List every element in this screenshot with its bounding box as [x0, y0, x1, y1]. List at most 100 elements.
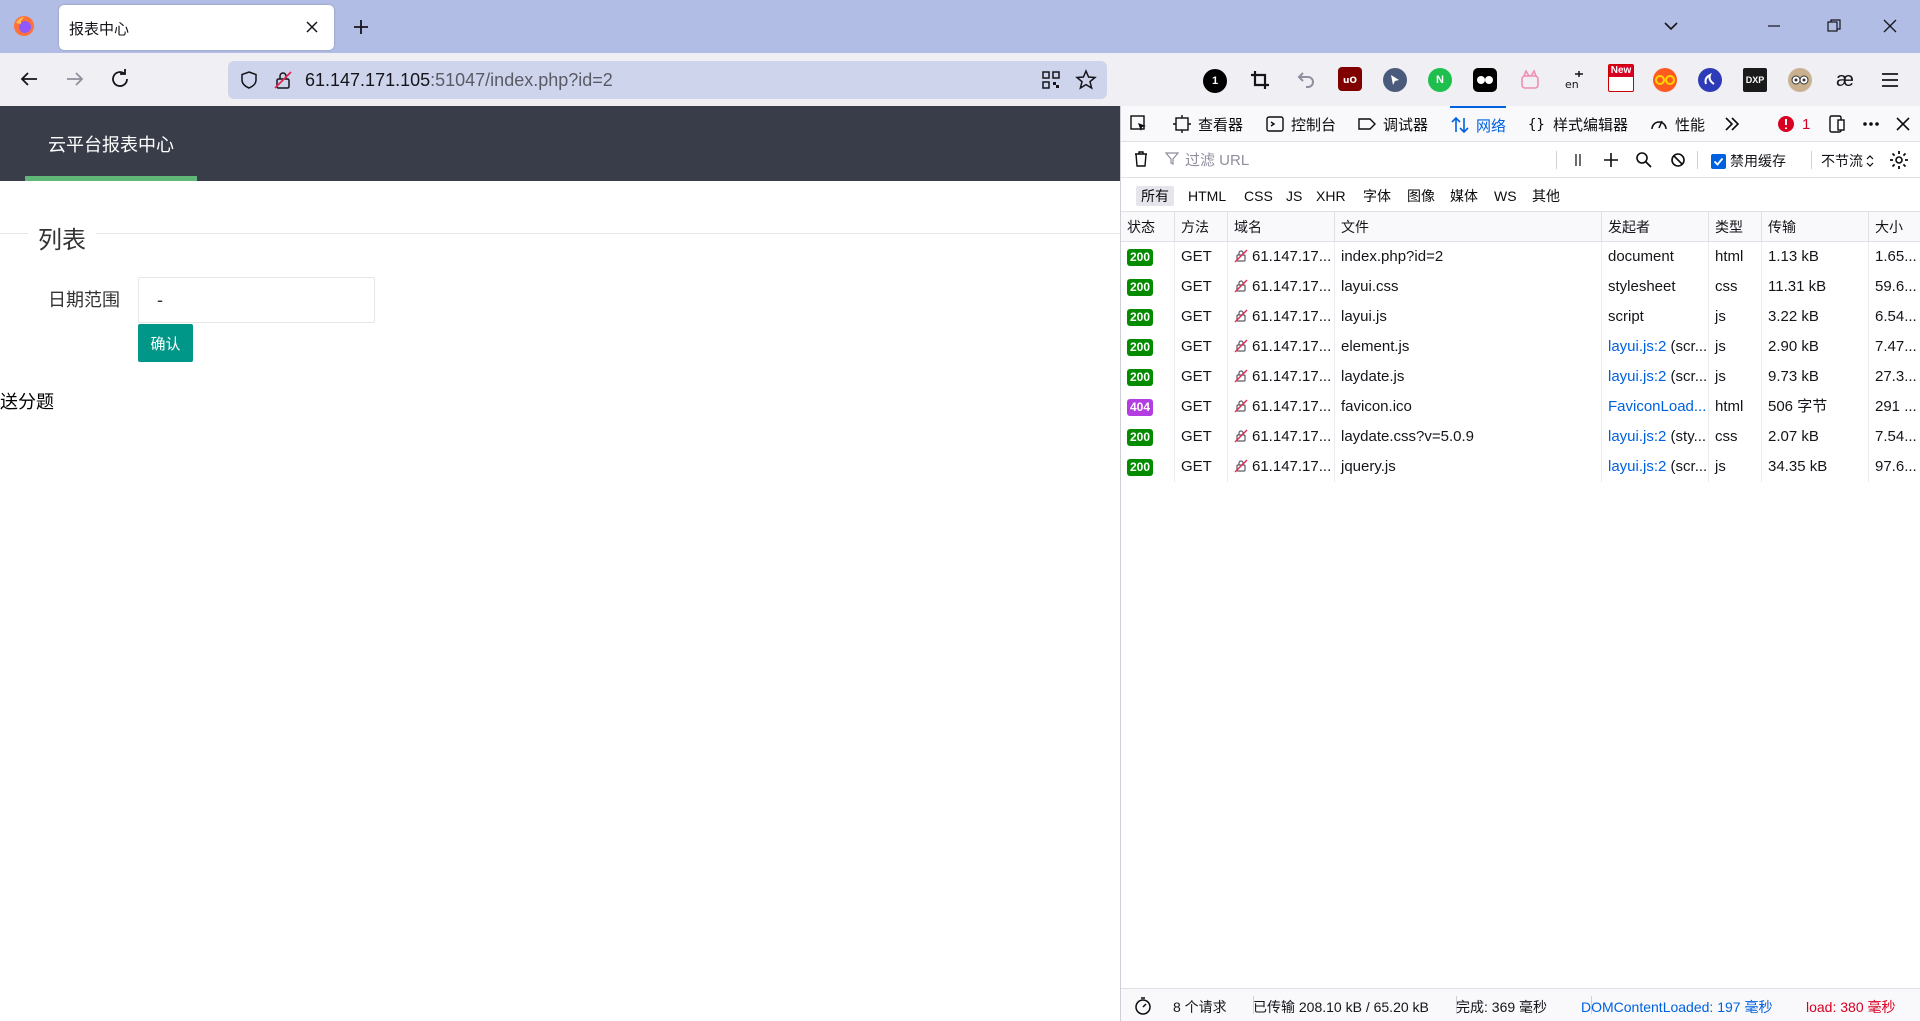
insecure-connection-icon — [1234, 429, 1248, 443]
search-icon[interactable] — [1634, 150, 1654, 170]
dxp-extension-icon[interactable]: DXP — [1743, 68, 1767, 92]
more-tabs-chevron-icon[interactable] — [1722, 106, 1742, 142]
type-filter-other[interactable]: 其他 — [1527, 186, 1565, 206]
initiator-text[interactable]: layui.js:2 — [1608, 428, 1666, 445]
column-header-domain[interactable]: 域名 — [1227, 212, 1334, 241]
table-row[interactable]: 404 GET 61.147.17... favicon.ico FaviconLoad… — [1121, 392, 1920, 422]
insecure-lock-icon[interactable] — [273, 70, 293, 90]
type-filter-html[interactable]: HTML — [1183, 186, 1231, 206]
tab-debugger[interactable]: 调试器 — [1357, 106, 1428, 142]
owl-extension-icon[interactable] — [1788, 68, 1812, 92]
table-row[interactable]: 200 GET 61.147.17... layui.css stylesheet css… — [1121, 272, 1920, 302]
error-count-indicator[interactable]: 1 — [1776, 106, 1810, 142]
column-header-size[interactable]: 大小 — [1868, 212, 1920, 241]
sync-extension-icon[interactable] — [1698, 68, 1722, 92]
initiator-text[interactable]: FaviconLoad... — [1608, 398, 1706, 415]
ublock-icon[interactable]: uO — [1338, 67, 1362, 91]
column-header-initiator[interactable]: 发起者 — [1601, 212, 1708, 241]
pause-icon[interactable] — [1568, 150, 1588, 170]
column-header-file[interactable]: 文件 — [1334, 212, 1601, 241]
element-picker-icon[interactable] — [1129, 106, 1149, 142]
window-close-icon[interactable] — [1881, 17, 1899, 35]
column-header-method[interactable]: 方法 — [1174, 212, 1227, 241]
nav-item-report-center[interactable]: 云平台报表中心 — [25, 106, 197, 181]
tab-style-editor[interactable]: {} 样式编辑器 — [1527, 106, 1628, 142]
table-row[interactable]: 200 GET 61.147.17... layui.js script js 3.22 k… — [1121, 302, 1920, 332]
chevron-down-icon[interactable] — [1662, 17, 1680, 35]
new-tab-plus-icon[interactable] — [350, 16, 372, 38]
responsive-design-icon[interactable] — [1827, 106, 1847, 142]
more-options-icon[interactable] — [1861, 106, 1881, 142]
firefox-logo-icon[interactable] — [13, 15, 35, 37]
block-icon[interactable] — [1668, 150, 1688, 170]
minimize-icon[interactable] — [1765, 17, 1783, 35]
url-filter-input[interactable]: 过滤 URL — [1185, 149, 1249, 170]
hamburger-menu-icon[interactable] — [1878, 68, 1902, 92]
tab-performance[interactable]: 性能 — [1649, 106, 1705, 142]
glasses-icon[interactable] — [1653, 68, 1677, 92]
column-header-type[interactable]: 类型 — [1708, 212, 1761, 241]
add-request-icon[interactable] — [1601, 150, 1621, 170]
cell-transfer: 9.73 kB — [1761, 362, 1868, 392]
translate-icon[interactable]: en — [1563, 68, 1587, 92]
cell-type: js — [1708, 452, 1761, 482]
table-row[interactable]: 200 GET 61.147.17... index.php?id=2 document… — [1121, 242, 1920, 272]
news-extension-icon[interactable]: New — [1608, 64, 1634, 92]
url-text[interactable]: 61.147.171.105:51047/index.php?id=2 — [305, 70, 613, 91]
initiator-text[interactable]: layui.js:2 — [1608, 458, 1666, 475]
initiator-text: script — [1608, 308, 1644, 325]
tab-console[interactable]: 控制台 — [1265, 106, 1336, 142]
url-bar[interactable]: 61.147.171.105:51047/index.php?id=2 — [228, 61, 1107, 99]
disable-cache-toggle[interactable]: 禁用缓存 — [1711, 151, 1786, 171]
bookmark-star-icon[interactable] — [1075, 69, 1097, 91]
ae-extension-icon[interactable]: æ — [1833, 68, 1857, 92]
cell-transfer: 2.07 kB — [1761, 422, 1868, 452]
settings-gear-icon[interactable] — [1889, 150, 1909, 170]
forward-arrow-icon[interactable] — [63, 67, 87, 91]
throttle-select[interactable]: 不节流 — [1821, 151, 1875, 171]
qr-code-icon[interactable] — [1041, 70, 1061, 90]
crop-icon[interactable] — [1248, 68, 1272, 92]
table-row[interactable]: 200 GET 61.147.17... element.js layui.js:2 (… — [1121, 332, 1920, 362]
insecure-connection-icon — [1234, 369, 1248, 383]
column-header-transferred[interactable]: 传输 — [1761, 212, 1868, 241]
type-filter-xhr[interactable]: XHR — [1311, 186, 1351, 206]
table-row[interactable]: 200 GET 61.147.17... jquery.js layui.js:2 (s… — [1121, 452, 1920, 482]
stopwatch-icon[interactable] — [1133, 996, 1153, 1016]
type-filter-images[interactable]: 图像 — [1402, 186, 1440, 206]
browser-tab-active[interactable]: 报表中心 — [59, 5, 334, 50]
tampermonkey-icon[interactable] — [1473, 68, 1497, 92]
cat-extension-icon[interactable] — [1518, 68, 1542, 92]
reload-icon[interactable] — [108, 67, 132, 91]
n-extension-icon[interactable]: N — [1428, 68, 1452, 92]
status-badge: 200 — [1127, 459, 1154, 476]
tab-network[interactable]: 网络 — [1450, 106, 1507, 142]
initiator-text[interactable]: layui.js:2 — [1608, 368, 1666, 385]
load-time: load: 380 毫秒 — [1806, 999, 1896, 1015]
shield-icon[interactable] — [239, 70, 259, 90]
date-range-input[interactable]: - — [138, 277, 375, 323]
cursor-extension-icon[interactable] — [1383, 68, 1407, 92]
type-filter-css[interactable]: CSS — [1239, 186, 1278, 206]
password-manager-icon[interactable]: 1 — [1203, 69, 1227, 93]
type-filter-media[interactable]: 媒体 — [1445, 186, 1483, 206]
close-devtools-icon[interactable] — [1893, 106, 1913, 142]
tab-inspector[interactable]: 查看器 — [1172, 106, 1243, 142]
column-header-status[interactable]: 状态 — [1121, 212, 1174, 241]
table-row[interactable]: 200 GET 61.147.17... laydate.css?v=5.0.9 lay… — [1121, 422, 1920, 452]
checkbox-checked-icon[interactable] — [1711, 153, 1726, 169]
finish-time: 完成: 369 毫秒 — [1456, 999, 1548, 1015]
cell-status: 404 — [1121, 392, 1174, 422]
initiator-text[interactable]: layui.js:2 — [1608, 338, 1666, 355]
close-icon[interactable] — [304, 19, 320, 35]
back-arrow-icon[interactable] — [17, 67, 41, 91]
type-filter-fonts[interactable]: 字体 — [1358, 186, 1396, 206]
trash-icon[interactable] — [1131, 149, 1151, 169]
type-filter-js[interactable]: JS — [1281, 186, 1307, 206]
type-filter-ws[interactable]: WS — [1489, 186, 1522, 206]
table-row[interactable]: 200 GET 61.147.17... laydate.js layui.js:2 (… — [1121, 362, 1920, 392]
restore-icon[interactable] — [1825, 17, 1843, 35]
confirm-button[interactable]: 确认 — [138, 324, 193, 362]
undo-icon[interactable] — [1293, 68, 1317, 92]
type-filter-all[interactable]: 所有 — [1136, 186, 1174, 206]
